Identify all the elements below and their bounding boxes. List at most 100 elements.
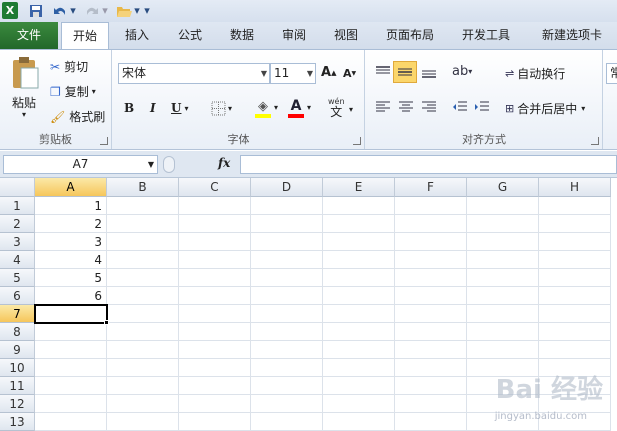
cell-d4[interactable] (251, 251, 323, 269)
cell-f8[interactable] (395, 323, 467, 341)
cell-f7[interactable] (395, 305, 467, 323)
grow-font-button[interactable]: A ▲ (321, 65, 336, 80)
cell-d13[interactable] (251, 413, 323, 431)
save-icon[interactable] (28, 2, 44, 19)
cell-a6[interactable]: 6 (35, 287, 107, 305)
tab-file[interactable]: 文件 (0, 22, 58, 49)
cell-f9[interactable] (395, 341, 467, 359)
copy-dropdown-icon[interactable]: ▾ (92, 87, 96, 96)
align-left-icon[interactable] (375, 100, 391, 114)
row-header-13[interactable]: 13 (0, 413, 35, 431)
cell-f1[interactable] (395, 197, 467, 215)
cell-f2[interactable] (395, 215, 467, 233)
cell-g5[interactable] (467, 269, 539, 287)
name-box-dropdown-icon[interactable]: ▼ (148, 156, 154, 173)
italic-button[interactable]: I (150, 101, 156, 115)
cell-g3[interactable] (467, 233, 539, 251)
cell-g1[interactable] (467, 197, 539, 215)
underline-dropdown-icon[interactable]: ▾ (184, 103, 188, 113)
cell-c10[interactable] (179, 359, 251, 377)
column-header-g[interactable]: G (467, 178, 539, 197)
font-size-select[interactable]: 11 ▼ (270, 63, 316, 84)
cell-h9[interactable] (539, 341, 611, 359)
font-color-dropdown-icon[interactable]: ▾ (307, 103, 311, 112)
merge-center-button[interactable]: ⊞ 合并后居中 ▾ (505, 100, 585, 117)
cell-e5[interactable] (323, 269, 395, 287)
cell-a5[interactable]: 5 (35, 269, 107, 287)
cell-b4[interactable] (107, 251, 179, 269)
border-button[interactable]: ▾ (211, 101, 232, 116)
font-name-select[interactable]: 宋体 ▼ (118, 63, 270, 84)
align-middle-icon[interactable] (393, 61, 417, 83)
row-header-4[interactable]: 4 (0, 251, 35, 269)
cell-b12[interactable] (107, 395, 179, 413)
cell-d9[interactable] (251, 341, 323, 359)
cut-button[interactable]: ✂ 剪切 (50, 58, 88, 75)
alignment-launcher-icon[interactable] (591, 137, 599, 145)
open-dropdown-icon[interactable]: ▾ (133, 2, 141, 19)
cell-b7[interactable] (107, 305, 179, 323)
font-color-button[interactable]: A (288, 98, 304, 118)
orientation-icon[interactable]: ab ▾ (452, 64, 472, 79)
align-center-icon[interactable] (398, 100, 414, 114)
row-header-10[interactable]: 10 (0, 359, 35, 377)
column-header-c[interactable]: C (179, 178, 251, 197)
cell-a12[interactable] (35, 395, 107, 413)
cell-e7[interactable] (323, 305, 395, 323)
cell-f4[interactable] (395, 251, 467, 269)
cell-c7[interactable] (179, 305, 251, 323)
row-header-1[interactable]: 1 (0, 197, 35, 215)
cell-e10[interactable] (323, 359, 395, 377)
column-header-d[interactable]: D (251, 178, 323, 197)
cell-f11[interactable] (395, 377, 467, 395)
cell-d6[interactable] (251, 287, 323, 305)
phonetic-dropdown-icon[interactable]: ▾ (349, 105, 353, 114)
cell-c12[interactable] (179, 395, 251, 413)
tab-data[interactable]: 数据 (220, 22, 264, 49)
cell-c13[interactable] (179, 413, 251, 431)
fill-handle[interactable] (104, 320, 109, 325)
cell-a2[interactable]: 2 (35, 215, 107, 233)
cell-h3[interactable] (539, 233, 611, 251)
column-header-e[interactable]: E (323, 178, 395, 197)
row-header-12[interactable]: 12 (0, 395, 35, 413)
cell-b5[interactable] (107, 269, 179, 287)
row-header-3[interactable]: 3 (0, 233, 35, 251)
cell-b3[interactable] (107, 233, 179, 251)
cell-a13[interactable] (35, 413, 107, 431)
cell-c11[interactable] (179, 377, 251, 395)
cell-c2[interactable] (179, 215, 251, 233)
cell-c6[interactable] (179, 287, 251, 305)
cell-c5[interactable] (179, 269, 251, 287)
cell-b8[interactable] (107, 323, 179, 341)
column-header-f[interactable]: F (395, 178, 467, 197)
customize-qat-icon[interactable]: ▾ (142, 2, 152, 19)
cell-a3[interactable]: 3 (35, 233, 107, 251)
tab-page-layout[interactable]: 页面布局 (378, 22, 442, 49)
format-painter-button[interactable]: 🖌 格式刷 (50, 108, 105, 125)
cell-f5[interactable] (395, 269, 467, 287)
decrease-indent-icon[interactable] (452, 100, 468, 114)
cell-g4[interactable] (467, 251, 539, 269)
cell-h8[interactable] (539, 323, 611, 341)
cell-b6[interactable] (107, 287, 179, 305)
align-right-icon[interactable] (421, 100, 437, 114)
paste-icon[interactable] (10, 55, 40, 91)
cell-d11[interactable] (251, 377, 323, 395)
cell-a4[interactable]: 4 (35, 251, 107, 269)
cell-g8[interactable] (467, 323, 539, 341)
cell-c3[interactable] (179, 233, 251, 251)
row-header-8[interactable]: 8 (0, 323, 35, 341)
cell-e9[interactable] (323, 341, 395, 359)
increase-indent-icon[interactable] (474, 100, 490, 114)
cell-c1[interactable] (179, 197, 251, 215)
cell-a10[interactable] (35, 359, 107, 377)
cell-h7[interactable] (539, 305, 611, 323)
cell-d3[interactable] (251, 233, 323, 251)
cell-a1[interactable]: 1 (35, 197, 107, 215)
row-header-7[interactable]: 7 (0, 305, 35, 323)
cell-f13[interactable] (395, 413, 467, 431)
cell-e11[interactable] (323, 377, 395, 395)
phonetic-button[interactable]: wén 文 (328, 97, 345, 118)
cell-d7[interactable] (251, 305, 323, 323)
